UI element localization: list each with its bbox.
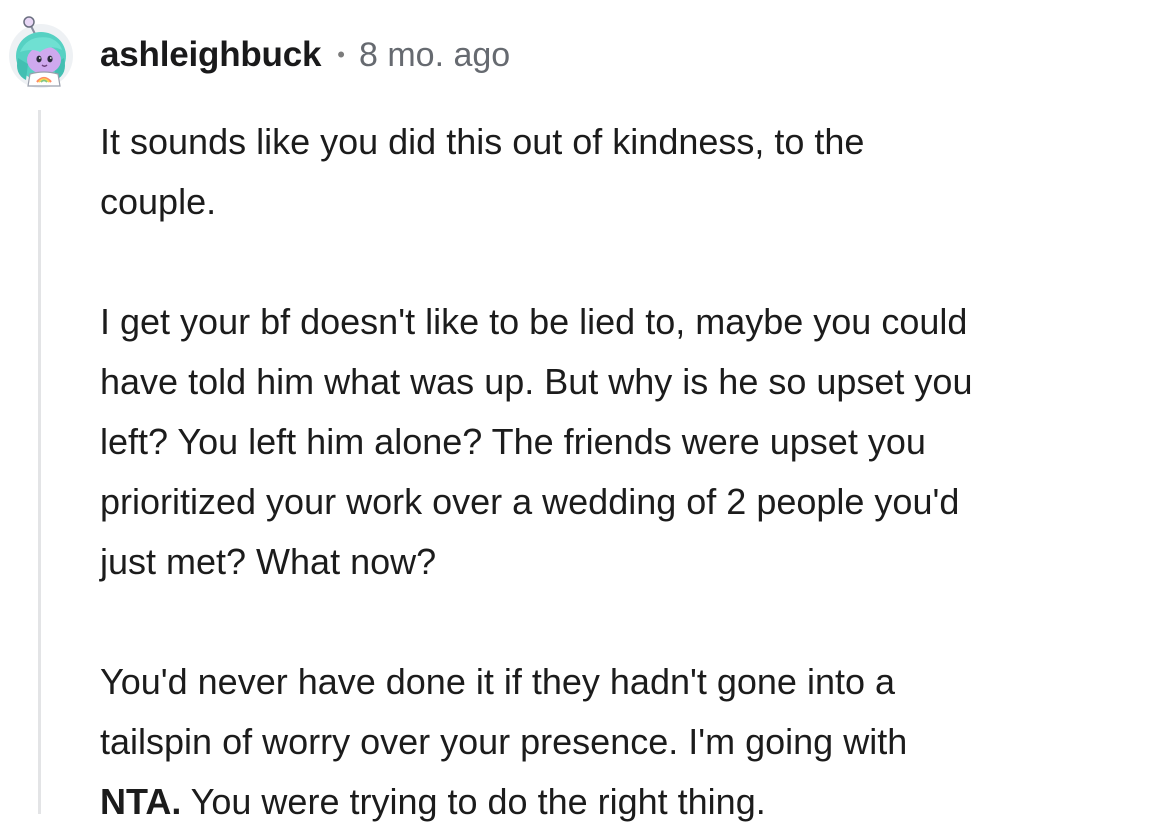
comment-paragraph: You'd never have done it if they hadn't … xyxy=(100,652,1168,832)
text-line: prioritized your work over a wedding of … xyxy=(100,481,960,522)
comment-paragraph: It sounds like you did this out of kindn… xyxy=(100,112,1168,232)
verdict-rest: You were trying to do the right thing. xyxy=(181,781,766,822)
text-line: I get your bf doesn't like to be lied to… xyxy=(100,301,968,342)
username-link[interactable]: ashleighbuck xyxy=(100,35,321,75)
comment: ashleighbuck • 8 mo. ago It sounds like … xyxy=(0,0,1168,822)
thread-collapse-line[interactable] xyxy=(38,110,41,814)
text-line: have told him what was up. But why is he… xyxy=(100,361,973,402)
snoo-avatar-icon xyxy=(9,16,73,88)
timestamp-link[interactable]: 8 mo. ago xyxy=(359,36,510,75)
verdict-bold: NTA. xyxy=(100,781,182,822)
comment-body: It sounds like you did this out of kindn… xyxy=(100,112,1168,832)
comment-header: ashleighbuck • 8 mo. ago xyxy=(100,30,510,80)
text-line: couple. xyxy=(100,181,217,222)
text-line: It sounds like you did this out of kindn… xyxy=(100,121,865,162)
user-avatar[interactable] xyxy=(6,14,76,90)
text-line: left? You left him alone? The friends we… xyxy=(100,421,926,462)
text-line: tailspin of worry over your presence. I'… xyxy=(100,721,908,762)
text-line: just met? What now? xyxy=(100,541,437,582)
comment-paragraph: I get your bf doesn't like to be lied to… xyxy=(100,292,1168,592)
text-line: You'd never have done it if they hadn't … xyxy=(100,661,896,702)
meta-separator: • xyxy=(337,42,345,67)
text-line: NTA. You were trying to do the right thi… xyxy=(100,772,1168,832)
